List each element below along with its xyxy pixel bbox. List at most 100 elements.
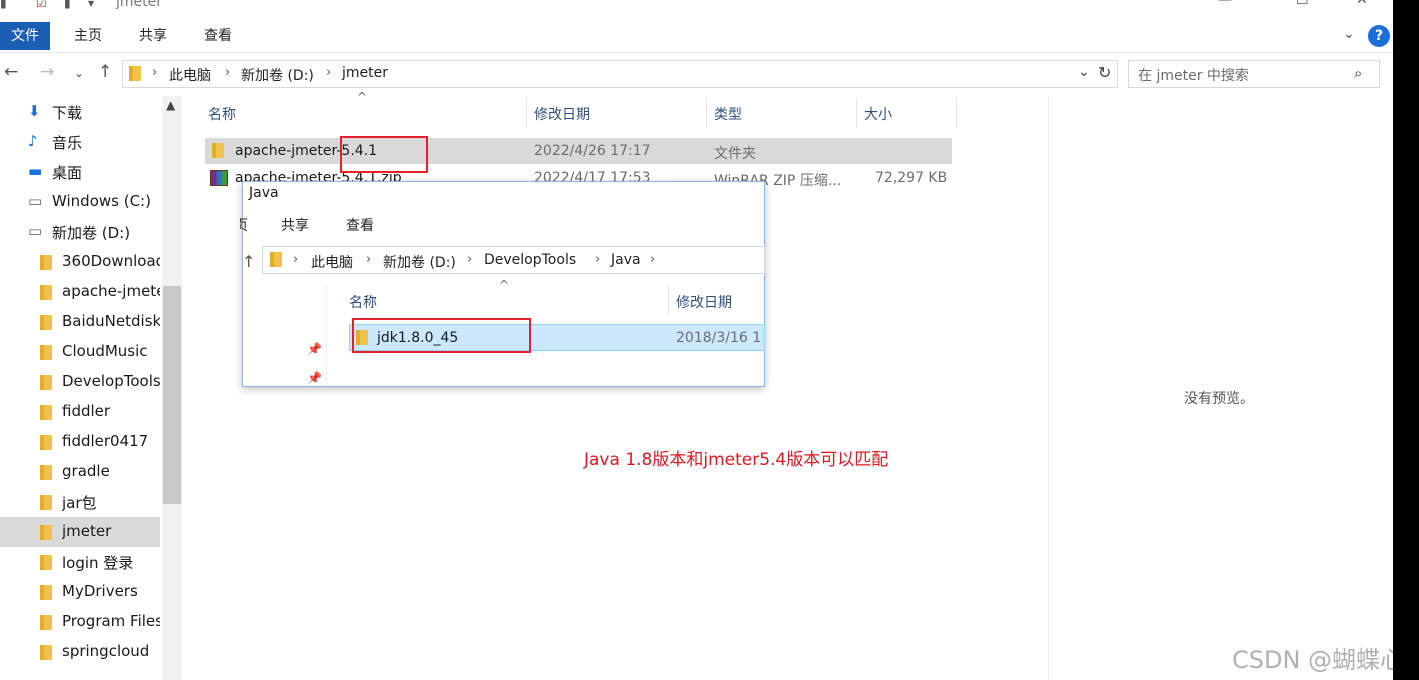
sidebar-item[interactable]: ♪ 音乐 [0,127,160,157]
drive-icon: ▭ [28,222,43,240]
breadcrumb-separator[interactable]: › [366,252,371,267]
sidebar-item[interactable]: login 登录 [0,547,160,577]
breadcrumb-this-pc[interactable]: 此电脑 [169,65,211,85]
no-preview-text: 没有预览。 [1184,391,1254,407]
preview-divider[interactable] [1048,96,1049,680]
column-divider[interactable] [956,98,957,128]
breadcrumb-separator[interactable]: › [650,252,655,267]
sidebar-item-label: fiddler [62,402,111,420]
overlay-breadcrumb-developtools[interactable]: DevelopTools [484,252,576,268]
tab-file[interactable]: 文件 [0,22,50,50]
overlay-tab-view[interactable]: 查看 [346,215,374,235]
close-button[interactable]: ✕ [1356,0,1368,8]
column-header-date[interactable]: 修改日期 [534,104,590,124]
scrollbar-thumb[interactable] [163,286,181,504]
quick-access-dropdown-icon[interactable]: ▾ [88,0,94,10]
screen-edge [1393,0,1419,680]
sidebar-item[interactable]: ▬ 桌面 [0,157,160,187]
sidebar-item-label: 桌面 [52,164,83,182]
breadcrumb-drive-d[interactable]: 新加卷 (D:) [241,65,314,85]
sidebar-item[interactable]: BaiduNetdiskDownload [0,307,160,337]
drive-icon: ▭ [28,192,43,210]
maximize-button[interactable]: ☐ [1296,0,1309,8]
sidebar-item[interactable]: 360Downloads [0,247,160,277]
overlay-tab-share[interactable]: 共享 [281,215,309,235]
folder-icon [40,405,52,420]
breadcrumb-separator[interactable]: › [467,252,472,267]
sidebar-item[interactable]: apache-jmeter [0,277,160,307]
sidebar-item-label: 音乐 [52,134,83,152]
folder-icon [40,495,52,510]
overlay-up-button[interactable]: ↑ [242,252,255,271]
sidebar-item[interactable]: fiddler0417 [0,427,160,457]
column-divider[interactable] [526,98,527,128]
breadcrumb-separator[interactable]: › [595,252,600,267]
overlay-breadcrumb-drive-d[interactable]: 新加卷 (D:) [383,252,456,272]
folder-icon [40,345,52,360]
minimize-button[interactable]: — [1218,0,1232,8]
back-button[interactable]: ← [4,62,18,82]
breadcrumb-separator[interactable]: › [293,252,298,267]
annotation-note: Java 1.8版本和jmeter5.4版本可以匹配 [584,450,889,470]
up-button[interactable]: ↑ [98,62,112,82]
refresh-icon[interactable]: ↻ [1098,63,1111,82]
sidebar-item[interactable]: DevelopTools [0,367,160,397]
forward-button[interactable]: → [40,62,54,82]
column-divider[interactable] [706,98,707,128]
folder-icon [40,315,52,330]
download-icon: ⬇ [28,102,41,120]
file-size: 72,297 KB [875,170,948,186]
sidebar-item[interactable]: ▭ 新加卷 (D:) [0,217,160,247]
column-header-size[interactable]: 大小 [864,104,892,124]
quick-access-folder-icon[interactable]: ▮ [0,0,7,10]
pin-icon: 📌 [307,342,322,356]
sidebar-item[interactable]: jmeter [0,517,160,547]
sidebar-item-label: apache-jmeter [62,282,160,300]
desktop-icon: ▬ [28,162,43,180]
column-header-name[interactable]: 名称 [208,104,236,124]
folder-icon [40,465,52,480]
sidebar-item[interactable]: ▭ Windows (C:) [0,187,160,217]
sidebar-item[interactable]: ⬇ 下载 [0,97,160,127]
column-divider[interactable] [856,98,857,128]
tab-view[interactable]: 查看 [204,22,232,50]
ribbon-expand-icon[interactable]: ⌄ [1343,26,1355,42]
sidebar-item[interactable]: MyDrivers [0,577,160,607]
sidebar-item[interactable]: gradle [0,457,160,487]
sidebar-item-label: 360Downloads [62,252,160,270]
properties-check-icon[interactable]: ☑ [36,0,47,10]
overlay-column-header-name[interactable]: 名称 [349,292,377,312]
column-header-type[interactable]: 类型 [714,104,742,124]
folder-icon [40,285,52,300]
tab-home[interactable]: 主页 [74,22,102,50]
sidebar-item[interactable]: fiddler [0,397,160,427]
file-type: 文件夹 [714,146,756,162]
address-dropdown-icon[interactable]: ⌄ [1078,64,1090,80]
breadcrumb-jmeter[interactable]: jmeter [342,65,388,81]
overlay-sort-ascending-icon: ^ [499,278,510,292]
sidebar-item[interactable]: jar包 [0,487,160,517]
breadcrumb-separator[interactable]: › [152,65,157,80]
overlay-column-header-date[interactable]: 修改日期 [676,292,732,312]
watermark: CSDN @蝴蝶心 [1232,646,1405,674]
column-divider[interactable] [668,285,669,315]
sidebar-item-label: 下载 [52,104,83,122]
help-icon[interactable]: ? [1368,25,1390,47]
breadcrumb-separator[interactable]: › [225,65,230,80]
sidebar-item-label: fiddler0417 [62,432,149,450]
scroll-up-icon[interactable]: ▲ [166,98,175,112]
tab-share[interactable]: 共享 [139,22,167,50]
recent-locations-icon[interactable]: ⌄ [74,66,84,80]
new-folder-icon[interactable]: ▮ [64,0,71,10]
overlay-breadcrumb-java[interactable]: Java [611,252,641,268]
music-icon: ♪ [28,132,38,150]
overlay-tab-home[interactable]: 页 [240,215,248,235]
sidebar-item[interactable]: springcloud [0,637,160,667]
file-date: 2022/4/26 17:17 [534,143,651,159]
search-icon[interactable]: ⌕ [1354,64,1362,82]
sidebar-item[interactable]: CloudMusic [0,337,160,367]
search-placeholder: 在 jmeter 中搜索 [1138,68,1249,84]
overlay-breadcrumb-this-pc[interactable]: 此电脑 [311,252,353,272]
breadcrumb-separator[interactable]: › [326,65,331,80]
sidebar-item[interactable]: Program Files [0,607,160,637]
